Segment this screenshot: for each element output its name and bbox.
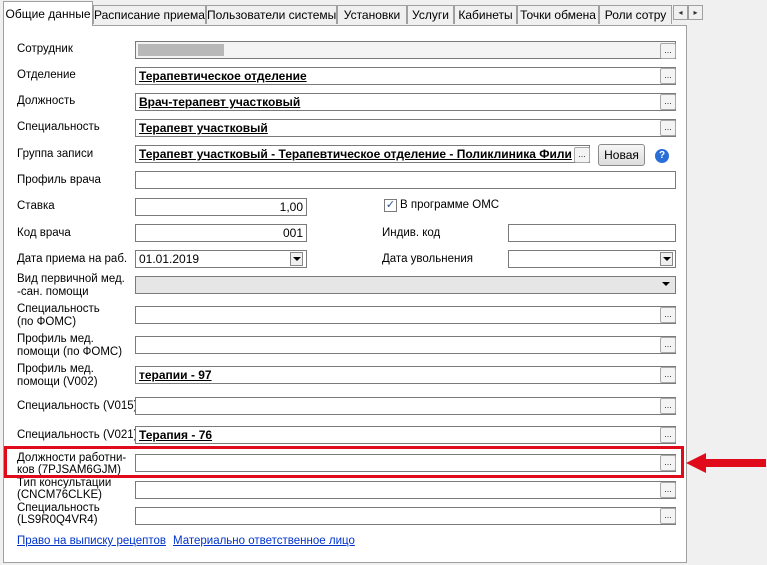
department-select-icon[interactable]: ... — [660, 68, 676, 84]
individual-code-label: Индив. код — [382, 227, 441, 239]
primary-care-type-label-line2: -сан. помощи — [17, 286, 89, 298]
specialty-foms-select-icon[interactable]: ... — [660, 307, 676, 323]
doctor-profile-label: Профиль врача — [17, 174, 101, 186]
care-profile-foms-select-icon[interactable]: ... — [660, 337, 676, 353]
new-record-group-button[interactable]: Новая — [598, 144, 645, 166]
responsible-person-link[interactable]: Материально ответственное лицо — [173, 535, 355, 547]
oms-checkbox[interactable]: ✓ — [384, 199, 397, 212]
doctor-profile-field[interactable] — [135, 171, 676, 189]
specialty-select-icon[interactable]: ... — [660, 120, 676, 136]
tab-settings[interactable]: Установки — [337, 5, 407, 24]
dismissal-date-field[interactable] — [508, 250, 676, 268]
position-label: Должность — [17, 95, 76, 107]
dismissal-date-label: Дата увольнения — [382, 253, 473, 265]
rate-field[interactable]: 1,00 — [135, 198, 307, 216]
specialty-label: Специальность — [17, 121, 100, 133]
specialty-v015-label: Специальность (V015) — [17, 400, 138, 412]
specialty-foms-field[interactable] — [135, 306, 676, 324]
specialty-extra-label-line2: (LS9R0Q4VR4) — [17, 514, 98, 526]
care-profile-foms-field[interactable] — [135, 336, 676, 354]
department-label: Отделение — [17, 69, 76, 81]
doctor-code-label: Код врача — [17, 227, 71, 239]
specialty-foms-label-line2: (по ФОМС) — [17, 316, 77, 328]
specialty-extra-select-icon[interactable]: ... — [660, 508, 676, 524]
specialty-v015-field[interactable] — [135, 397, 676, 415]
record-group-select-icon[interactable]: ... — [574, 147, 590, 163]
record-group-label: Группа записи — [17, 148, 94, 160]
primary-care-type-select[interactable] — [135, 276, 676, 294]
tab-roles[interactable]: Роли сотру — [599, 5, 672, 24]
highlight-box — [4, 446, 684, 478]
red-arrow-icon — [686, 453, 766, 473]
specialty-v021-label: Специальность (V021) — [17, 429, 138, 441]
specialty-v021-field[interactable]: Терапия - 76 — [135, 426, 676, 444]
specialty-foms-label-line1: Специальность — [17, 303, 100, 315]
tab-strip: Общие данные Расписание приема Пользоват… — [0, 0, 767, 26]
consultation-type-select-icon[interactable]: ... — [660, 482, 676, 498]
primary-care-type-dropdown-icon[interactable] — [660, 278, 673, 292]
care-profile-v002-label-line1: Профиль мед. — [17, 363, 94, 375]
consultation-type-field[interactable] — [135, 481, 676, 499]
hire-date-field[interactable]: 01.01.2019 — [135, 250, 307, 268]
care-profile-foms-label-line2: помощи (по ФОМС) — [17, 346, 123, 358]
position-select-icon[interactable]: ... — [660, 94, 676, 110]
tab-cabinets[interactable]: Кабинеты — [454, 5, 517, 24]
tab-services[interactable]: Услуги — [407, 5, 454, 24]
specialty-v015-select-icon[interactable]: ... — [660, 398, 676, 414]
doctor-code-field[interactable]: 001 — [135, 224, 307, 242]
care-profile-v002-select-icon[interactable]: ... — [660, 367, 676, 383]
care-profile-foms-label-line1: Профиль мед. — [17, 333, 94, 345]
tab-exchange-points[interactable]: Точки обмена — [517, 5, 599, 24]
position-field[interactable]: Врач-терапевт участковый — [135, 93, 676, 111]
specialty-v021-select-icon[interactable]: ... — [660, 427, 676, 443]
department-field[interactable]: Терапевтическое отделение — [135, 67, 676, 85]
prescription-right-link[interactable]: Право на выписку рецептов — [17, 535, 166, 547]
help-icon[interactable]: ? — [655, 149, 669, 163]
dismissal-date-dropdown-icon[interactable] — [660, 252, 673, 266]
individual-code-field[interactable] — [508, 224, 676, 242]
rate-label: Ставка — [17, 200, 55, 212]
hire-date-label: Дата приема на раб. — [17, 253, 128, 265]
employee-field[interactable] — [135, 41, 676, 59]
care-profile-v002-field[interactable]: терапии - 97 — [135, 366, 676, 384]
tab-scroll-right-icon[interactable]: ▸ — [688, 5, 703, 20]
tab-system-users[interactable]: Пользователи системы — [206, 5, 337, 24]
specialty-field[interactable]: Терапевт участковый — [135, 119, 676, 137]
employee-select-icon[interactable]: ... — [660, 43, 676, 59]
care-profile-v002-label-line2: помощи (V002) — [17, 376, 98, 388]
oms-label: В программе ОМС — [400, 199, 500, 211]
tab-scroll-left-icon[interactable]: ◂ — [673, 5, 688, 20]
tab-general[interactable]: Общие данные — [3, 1, 93, 26]
record-group-field[interactable]: Терапевт участковый - Терапевтическое от… — [135, 145, 590, 163]
consultation-type-label-line2: (CNCM76CLKE) — [17, 489, 102, 501]
hire-date-dropdown-icon[interactable] — [290, 252, 303, 266]
employee-name-redacted — [138, 44, 224, 56]
specialty-extra-field[interactable] — [135, 507, 676, 525]
tab-schedule[interactable]: Расписание приема — [93, 5, 206, 24]
employee-label: Сотрудник — [17, 43, 73, 55]
primary-care-type-label-line1: Вид первичной мед. — [17, 273, 125, 285]
